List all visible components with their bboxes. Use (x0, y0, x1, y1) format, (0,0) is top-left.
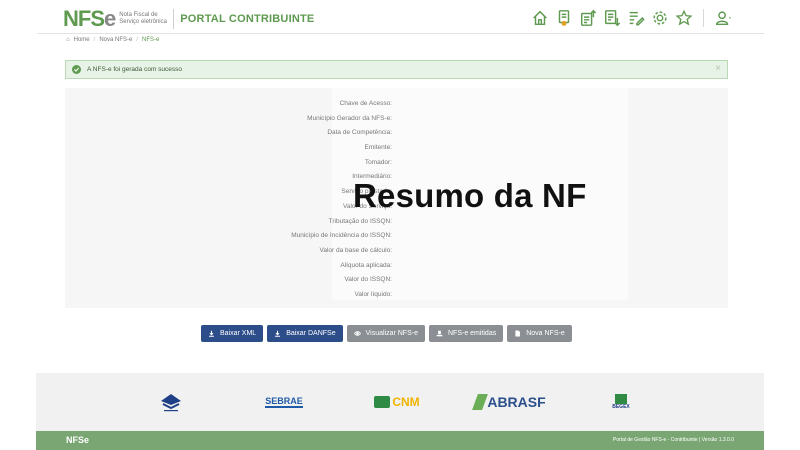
label-tributacao-issqn: Tributação do ISSQN: (328, 217, 392, 225)
logo-mark: NFSe (63, 6, 116, 31)
breadcrumb-separator: / (93, 37, 96, 43)
receita-federal-logo (156, 391, 186, 413)
abrasf-emblem (472, 394, 489, 410)
issued-nfse-button[interactable]: NFS-e emitidas (428, 325, 504, 342)
cnm-logo: CNM (372, 391, 422, 413)
begex-emblem (615, 394, 627, 404)
issued-nfse-label: NFS-e emitidas (447, 330, 497, 337)
toolbar-divider (703, 9, 704, 27)
download-icon (209, 330, 214, 337)
breadcrumb-nova-nfse[interactable]: Nova NFS-e (99, 37, 132, 43)
label-municipio-incidencia: Município de Incidência do ISSQN: (291, 232, 392, 240)
sebrae-logo: SEBRAE (265, 396, 303, 408)
nfse-summary-panel: Chave de Acesso: Município Gerador da NF… (65, 88, 728, 308)
star-icon[interactable] (673, 7, 695, 29)
label-chave-acesso: Chave de Acesso: (339, 100, 392, 107)
label-valor-liquido: Valor líquido: (354, 290, 392, 298)
app-header: NFSe Nota Fiscal de Serviço eletrônica P… (37, 2, 764, 34)
label-municipio-gerador: Município Gerador da NFS-e: (307, 114, 392, 122)
alert-message: A NFS-e foi gerada com sucesso (87, 66, 183, 73)
breadcrumb-current: NFS-e (142, 37, 160, 43)
logo-subtitle: Nota Fiscal de Serviço eletrônica (119, 12, 167, 25)
document-stamp-icon (436, 330, 443, 337)
nfse-logo[interactable]: NFSe Nota Fiscal de Serviço eletrônica P… (63, 6, 314, 32)
gear-icon[interactable] (649, 7, 671, 29)
new-nfse-label: Nova NFS-e (526, 330, 565, 337)
bottom-bar: NFSe Portal de Gestão NFS-e - Contribuin… (36, 431, 764, 450)
success-alert: A NFS-e foi gerada com sucesso × (65, 60, 728, 79)
download-danfse-button[interactable]: Baixar DANFSe (267, 325, 343, 342)
edit-document-icon[interactable] (625, 7, 647, 29)
new-document-icon[interactable] (553, 7, 575, 29)
version-text: Portal de Gestão NFS-e - Contribuinte | … (612, 437, 734, 443)
label-base-calculo: Valor da base de cálculo: (319, 246, 392, 254)
breadcrumb-home[interactable]: Home (74, 37, 90, 43)
header-toolbar (527, 7, 734, 29)
download-icon (275, 330, 281, 337)
label-emitente: Emitente: (364, 144, 392, 152)
partners-footer: SEBRAE CNM ABRASF BEGEX (36, 373, 764, 431)
label-data-competencia: Data de Competência: (327, 129, 392, 137)
download-xml-label: Baixar XML (220, 330, 257, 337)
download-xml-button[interactable]: Baixar XML (201, 325, 264, 342)
view-nfse-label: Visualizar NFS-e (365, 330, 418, 337)
new-nfse-button[interactable]: Nova NFS-e (507, 325, 572, 342)
footer-logo: NFSe (66, 435, 90, 445)
home-icon[interactable] (529, 7, 551, 29)
breadcrumb-home-icon: ⌂ (66, 37, 70, 43)
begex-logo: BEGEX (606, 391, 636, 413)
portal-title: PORTAL CONTRIBUINTE (180, 13, 315, 25)
logo-divider (173, 9, 175, 29)
abrasf-logo: ABRASF (472, 391, 548, 413)
check-circle-icon (72, 65, 81, 74)
user-icon[interactable] (712, 7, 734, 29)
breadcrumb: ⌂ Home / Nova NFS-e / NFS-e (66, 37, 159, 43)
label-tomador: Tomador: (364, 158, 392, 166)
action-buttons: Baixar XML Baixar DANFSe Visualizar NFS-… (201, 325, 572, 342)
summary-overlay-title: Resumo da NF (353, 177, 587, 214)
download-danfse-label: Baixar DANFSe (286, 330, 336, 337)
cnm-emblem (374, 396, 391, 408)
download-document-icon[interactable] (601, 7, 623, 29)
file-icon (515, 330, 521, 337)
eye-icon (353, 331, 361, 336)
label-valor-issqn: Valor do ISSQN: (344, 276, 392, 284)
upload-document-icon[interactable] (577, 7, 599, 29)
label-aliquota: Alíquota aplicada: (340, 261, 392, 269)
breadcrumb-separator: / (136, 37, 138, 43)
view-nfse-button[interactable]: Visualizar NFS-e (346, 325, 425, 342)
close-icon[interactable]: × (715, 64, 721, 74)
